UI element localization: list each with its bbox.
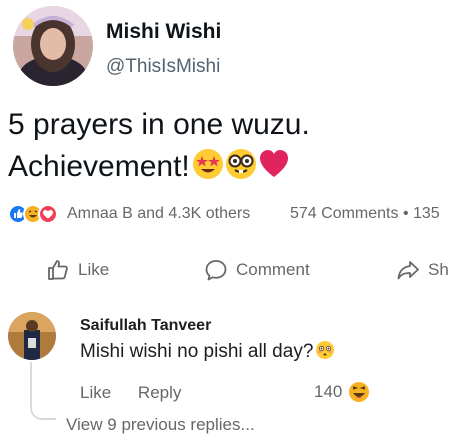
comment-bubble-icon [205,260,227,281]
comment-actions: Like Reply [80,383,203,403]
post-action-bar: Like Comment Sh [0,252,450,288]
red-heart-emoji [259,150,288,177]
reaction-summary-bar: Amnaa B and 4.3K others 574 Comments • 1… [8,203,450,225]
flushed-face-emoji [316,341,335,359]
comment-like-button[interactable]: Like [80,383,111,402]
comment-button-label: Comment [236,260,310,279]
tweet-text-line-2: Achievement! [8,146,310,192]
love-reaction-icon [38,204,58,224]
tweet-text-achievement: Achievement! [8,150,190,183]
comment-author-name[interactable]: Saifullah Tanveer [80,317,211,335]
comment-button[interactable]: Comment [204,258,310,282]
tweet-emoji-row [192,148,291,192]
tweet-author-avatar[interactable] [13,6,93,86]
reaction-icons[interactable] [8,204,58,224]
comment-reply-button[interactable]: Reply [138,383,181,402]
tweet-text: 5 prayers in one wuzu. Achievement! [8,104,310,192]
like-button[interactable]: Like [46,258,109,282]
comment-text: Mishi wishi no pishi all day? [80,340,335,363]
haha-reaction-icon [349,382,370,402]
comment-text-body: Mishi wishi no pishi all day? [80,341,314,362]
reply-thread-line [30,362,56,420]
comments-count-link[interactable]: 574 Comments • 135 [290,205,440,223]
commenter-avatar[interactable] [8,312,56,360]
tweet-text-line-1: 5 prayers in one wuzu. [8,108,310,141]
share-arrow-icon [397,261,419,280]
star-struck-emoji [192,149,223,179]
reaction-summary-text[interactable]: Amnaa B and 4.3K others [67,205,250,223]
comment-reaction-number: 140 [314,382,343,401]
like-button-label: Like [78,260,110,279]
share-button-label: Sh [428,260,449,279]
view-previous-replies-link[interactable]: View 9 previous replies... [66,415,255,435]
share-button[interactable]: Sh [396,258,449,282]
tweet-author-handle[interactable]: @ThisIsMishi [106,56,220,78]
thumbs-up-icon [48,260,68,280]
tweet-author-name[interactable]: Mishi Wishi [106,20,221,44]
nerd-face-emoji [225,149,256,179]
comment-reaction-count[interactable]: 140 [314,381,370,403]
